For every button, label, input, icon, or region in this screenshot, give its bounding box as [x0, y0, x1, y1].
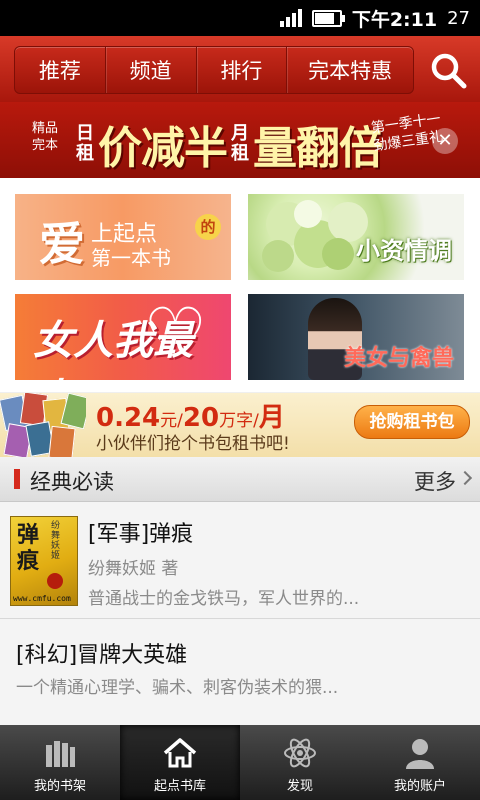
status-time: 下午2:11	[351, 8, 438, 31]
tile-beauty-beast[interactable]: 美女与禽兽	[248, 294, 464, 380]
chevron-right-icon[interactable]	[457, 470, 473, 486]
search-icon[interactable]	[428, 50, 468, 90]
user-icon	[406, 739, 434, 769]
section-marker	[14, 469, 20, 489]
header-bar: 推荐 频道 排行 完本特惠	[0, 36, 480, 102]
tile-first-book[interactable]: 爱 上起点 的 第一本书	[15, 194, 231, 280]
rent-banner[interactable]: 0.24元/20万字/月 小伙伴们抢个书包租书吧! 抢购租书包	[0, 393, 480, 457]
status-bar: 下午2:11 27	[0, 0, 480, 36]
list-item[interactable]: 弹痕 纷舞妖姬 www.cmfu.com [军事]弹痕 纷舞妖姬 著 普通战士的…	[0, 502, 480, 619]
book-thumbnails	[0, 393, 86, 457]
promo-banner[interactable]: 精品 完本 日租 价减半 月租 量翻倍 第一季十一劲爆三重礼	[0, 102, 480, 178]
book-author: 纷舞妖姬 著	[88, 559, 179, 579]
book-description: 一个精通心理学、骗术、刺客伪装术的猥...	[16, 678, 339, 698]
book-title: [军事]弹痕	[88, 522, 194, 547]
rent-slogan: 小伙伴们抢个书包租书吧!	[96, 434, 290, 454]
promo-headline: 日租 价减半 月租 量翻倍	[76, 123, 383, 174]
tab-recommend[interactable]: 推荐	[15, 47, 106, 93]
bottom-nav: 我的书架 起点书库 发现 我的账户	[0, 725, 480, 800]
nav-tabs: 推荐 频道 排行 完本特惠	[14, 46, 414, 94]
nav-my-bookshelf[interactable]: 我的书架	[0, 725, 120, 800]
buy-rent-package-button[interactable]: 抢购租书包	[354, 405, 470, 439]
tile-petite-bourgeois[interactable]: 小资情调	[248, 194, 464, 280]
nav-qidian-library[interactable]: 起点书库	[120, 725, 240, 800]
battery-icon	[311, 9, 345, 27]
status-extra: 27	[447, 7, 470, 29]
nav-my-account[interactable]: 我的账户	[360, 725, 480, 800]
close-icon: ✕	[437, 130, 453, 151]
seal-icon	[47, 573, 63, 589]
list-item[interactable]: [科幻]冒牌大英雄 一个精通心理学、骗术、刺客伪装术的猥...	[0, 619, 480, 725]
atom-icon	[284, 738, 316, 768]
nav-discover[interactable]: 发现	[240, 725, 360, 800]
tab-ranking[interactable]: 排行	[197, 47, 288, 93]
tab-channel[interactable]: 频道	[106, 47, 197, 93]
feature-tiles: 爱 上起点 的 第一本书 小资情调 ♡ 女人我最大 美女与禽兽	[0, 178, 480, 392]
bookshelf-icon	[46, 741, 75, 767]
book-title: [科幻]冒牌大英雄	[16, 643, 188, 668]
signal-icon	[279, 9, 302, 27]
book-cover: 弹痕 纷舞妖姬 www.cmfu.com	[10, 516, 78, 606]
section-header: 经典必读 更多	[0, 457, 480, 502]
close-banner-button[interactable]: ✕	[432, 128, 458, 154]
home-icon	[163, 738, 197, 768]
tile-women-first[interactable]: ♡ 女人我最大	[15, 294, 231, 380]
section-title: 经典必读	[30, 470, 114, 494]
promo-tag: 精品 完本	[32, 121, 59, 153]
tab-completed-specials[interactable]: 完本特惠	[287, 47, 413, 93]
more-link[interactable]: 更多	[414, 466, 456, 496]
book-description: 普通战士的金戈铁马，军人世界的...	[88, 589, 360, 609]
